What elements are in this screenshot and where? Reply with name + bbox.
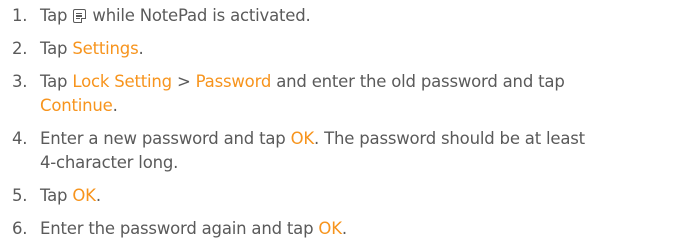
step-text-segment: while NotePad is activated. xyxy=(87,6,311,25)
step-text-segment: Tap xyxy=(40,72,73,91)
step-text-segment: . xyxy=(341,219,347,238)
step-number: 5. xyxy=(12,186,28,205)
step-number: 1. xyxy=(12,6,28,25)
step-text-segment: > xyxy=(171,72,196,91)
step-text-segment: Tap xyxy=(40,186,73,205)
step-text-segment: . xyxy=(95,186,101,205)
step-text-segment: . xyxy=(112,96,118,115)
ok-label: OK xyxy=(318,219,342,238)
step-text-segment: . xyxy=(138,39,144,58)
step-text-segment: 4-character long. xyxy=(40,153,179,172)
step-text: Enter the password again and tap OK. xyxy=(40,217,660,241)
step-text: Tap Settings. xyxy=(40,37,660,61)
step-text: Tap OK. xyxy=(40,184,660,208)
step-text-segment: Enter the password again and tap xyxy=(40,219,319,238)
continue-label: Continue xyxy=(40,96,113,115)
step-text-segment: Enter a new password and tap xyxy=(40,129,291,148)
step-text-segment: Tap xyxy=(40,6,73,25)
step-number: 3. xyxy=(12,72,28,91)
step-text-segment: . The password should be at least xyxy=(314,129,585,148)
step-text-segment: and enter the old password and tap xyxy=(271,72,565,91)
step-text: Enter a new password and tap OK. The pas… xyxy=(40,127,660,175)
step-text-segment: Tap xyxy=(40,39,73,58)
password-label: Password xyxy=(195,72,272,91)
step-text: Tap Lock Setting > Password and enter th… xyxy=(40,70,660,118)
step-number: 6. xyxy=(12,219,28,238)
settings-label: Settings xyxy=(72,39,139,58)
ok-label: OK xyxy=(290,129,315,148)
ok-label: OK xyxy=(72,186,96,205)
lock-setting-label: Lock Setting xyxy=(72,72,172,91)
step-number: 2. xyxy=(12,39,28,58)
step-number: 4. xyxy=(12,129,28,148)
menu-icon xyxy=(73,9,87,23)
step-text: Tap while NotePad is activated. xyxy=(40,4,660,28)
